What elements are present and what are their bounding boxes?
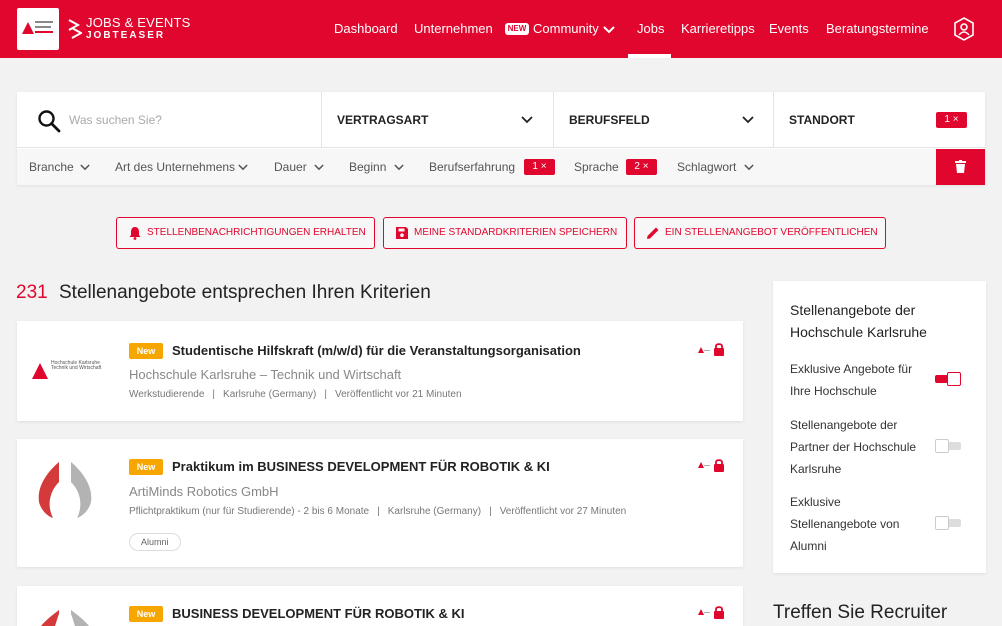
job-location: Karlsruhe (Germany): [223, 389, 317, 400]
chevron-down-icon[interactable]: [314, 164, 324, 171]
jobteaser-logo-icon: [68, 19, 82, 39]
toggle-partner-offers[interactable]: [935, 439, 961, 453]
nav-unternehmen[interactable]: Unternehmen: [414, 0, 493, 58]
search-row: VERTRAGSART BERUFSFELD STANDORT 1 ×: [17, 92, 985, 148]
university-mini-logo-icon: [698, 462, 710, 468]
nav-community[interactable]: Community: [533, 0, 599, 58]
company-logo-icon[interactable]: [35, 608, 95, 626]
filter-row: Branche Art des Unternehmens Dauer Begin…: [17, 149, 985, 185]
toggle-label-alumni-offers: Exklusive Stellenangebote von Alumni: [790, 495, 900, 553]
sprache-count-chip[interactable]: 2 ×: [626, 159, 657, 175]
lock-icon: [714, 343, 724, 356]
contract-type: Werkstudierende: [129, 389, 205, 400]
filter-sprache[interactable]: Sprache: [574, 149, 619, 185]
university-offers-panel: Stellenangebote der Hochschule Karlsruhe…: [773, 281, 986, 573]
job-title[interactable]: Praktikum im BUSINESS DEVELOPMENT FÜR RO…: [172, 459, 550, 474]
dropdown-vertragsart[interactable]: VERTRAGSART: [337, 92, 428, 148]
alumni-tag: Alumni: [129, 533, 181, 551]
dropdown-berufsfeld[interactable]: BERUFSFELD: [569, 92, 650, 148]
company-logo-text: Hochschule Karlsruhe Technik und Wirtsch…: [51, 360, 102, 371]
bell-icon: [129, 227, 141, 240]
toggle-label-partner-offers: Stellenangebote der Partner der Hochschu…: [790, 418, 917, 476]
trash-icon: [955, 160, 966, 173]
user-profile-icon[interactable]: [953, 17, 975, 41]
new-badge: New: [129, 343, 163, 359]
company-logo-icon[interactable]: [35, 460, 95, 518]
standort-count-chip[interactable]: 1 ×: [936, 112, 967, 128]
job-alerts-button[interactable]: STELLENBENACHRICHTIGUNGEN ERHALTEN: [116, 217, 375, 249]
berufserfahrung-count-chip[interactable]: 1 ×: [524, 159, 555, 175]
university-logo[interactable]: [17, 8, 59, 50]
search-icon[interactable]: [37, 109, 61, 133]
publish-offer-button[interactable]: EIN STELLENANGEBOT VERÖFFENTLICHEN: [634, 217, 886, 249]
divider: [321, 92, 322, 148]
filter-beginn[interactable]: Beginn: [349, 149, 386, 185]
publish-offer-label: EIN STELLENANGEBOT VERÖFFENTLICHEN: [665, 227, 878, 238]
save-criteria-button[interactable]: MEINE STANDARDKRITERIEN SPEICHERN: [383, 217, 627, 249]
job-location: Karlsruhe (Germany): [387, 506, 482, 517]
university-mini-logo-icon: [698, 347, 710, 353]
job-meta: Pflichtpraktikum (nur für Studierende) -…: [129, 506, 627, 517]
company-name[interactable]: Hochschule Karlsruhe – Technik und Wirts…: [129, 367, 401, 382]
divider: [553, 92, 554, 148]
contract-type: Pflichtpraktikum (nur für Studierende) -…: [129, 506, 370, 517]
chevron-down-icon[interactable]: [521, 116, 533, 124]
toggle-label-exclusive-university: Exklusive Angebote für Ihre Hochschule: [790, 362, 913, 398]
job-meta: Werkstudierende | Karlsruhe (Germany) | Verö…: [129, 389, 462, 400]
filter-berufserfahrung[interactable]: Berufserfahrung: [429, 149, 515, 185]
university-mini-logo-icon: [698, 609, 710, 615]
search-input[interactable]: [69, 110, 309, 130]
pencil-icon: [647, 227, 659, 239]
filter-dauer[interactable]: Dauer: [274, 149, 307, 185]
lock-icon: [714, 606, 724, 619]
job-card[interactable]: Hochschule Karlsruhe Technik und Wirtsch…: [17, 321, 743, 421]
chevron-down-icon[interactable]: [394, 164, 404, 171]
filter-art-des-unternehmens[interactable]: Art des Unternehmens: [115, 149, 235, 185]
job-title[interactable]: Studentische Hilfskraft (m/w/d) für die …: [172, 343, 581, 358]
new-badge: New: [129, 606, 163, 622]
top-navigation-bar: JOBS & EVENTS JOBTEASER Dashboard Untern…: [0, 0, 1002, 58]
toggle-exclusive-university[interactable]: [935, 372, 961, 386]
toggle-alumni-offers[interactable]: [935, 516, 961, 530]
filter-schlagwort[interactable]: Schlagwort: [677, 149, 736, 185]
recruiters-heading: Treffen Sie Recruiter: [773, 602, 948, 623]
published-time: Veröffentlicht vor 27 Minuten: [499, 506, 627, 517]
dropdown-standort[interactable]: STANDORT: [789, 92, 855, 148]
save-icon: [396, 227, 408, 239]
filter-branche[interactable]: Branche: [29, 149, 74, 185]
save-criteria-label: MEINE STANDARDKRITERIEN SPEICHERN: [414, 227, 618, 238]
panel-title: Stellenangebote der Hochschule Karlsruhe: [790, 302, 927, 340]
chevron-down-icon[interactable]: [742, 116, 754, 124]
published-time: Veröffentlicht vor 21 Minuten: [335, 389, 462, 400]
new-badge: NEW: [505, 23, 529, 35]
nav-events[interactable]: Events: [769, 0, 809, 58]
nav-beratungstermine[interactable]: Beratungstermine: [826, 0, 929, 58]
chevron-down-icon[interactable]: [744, 164, 754, 171]
new-badge: New: [129, 459, 163, 475]
active-nav-indicator: [628, 54, 671, 58]
chevron-down-icon[interactable]: [238, 164, 248, 171]
clear-filters-button[interactable]: [936, 149, 985, 185]
nav-dashboard[interactable]: Dashboard: [334, 0, 398, 58]
divider: [773, 92, 774, 148]
chevron-down-icon[interactable]: [603, 26, 615, 34]
results-heading: Stellenangebote entsprechen Ihren Kriter…: [59, 282, 431, 303]
lock-icon: [714, 459, 724, 472]
company-logo[interactable]: Hochschule Karlsruhe Technik und Wirtsch…: [32, 361, 102, 379]
search-panel: VERTRAGSART BERUFSFELD STANDORT 1 × Bran…: [17, 92, 985, 185]
company-name[interactable]: ArtiMinds Robotics GmbH: [129, 484, 279, 499]
nav-karrieretipps[interactable]: Karrieretipps: [681, 0, 755, 58]
nav-jobs[interactable]: Jobs: [637, 0, 664, 58]
brand-subtitle: JOBTEASER: [86, 30, 166, 41]
brand-title: JOBS & EVENTS: [86, 15, 191, 30]
chevron-down-icon[interactable]: [80, 164, 90, 171]
job-alerts-label: STELLENBENACHRICHTIGUNGEN ERHALTEN: [147, 227, 366, 238]
results-count: 231: [16, 282, 48, 303]
job-title[interactable]: BUSINESS DEVELOPMENT FÜR ROBOTIK & KI: [172, 606, 465, 621]
job-card[interactable]: New Praktikum im BUSINESS DEVELOPMENT FÜ…: [17, 439, 743, 567]
job-card[interactable]: New BUSINESS DEVELOPMENT FÜR ROBOTIK & K…: [17, 586, 743, 626]
